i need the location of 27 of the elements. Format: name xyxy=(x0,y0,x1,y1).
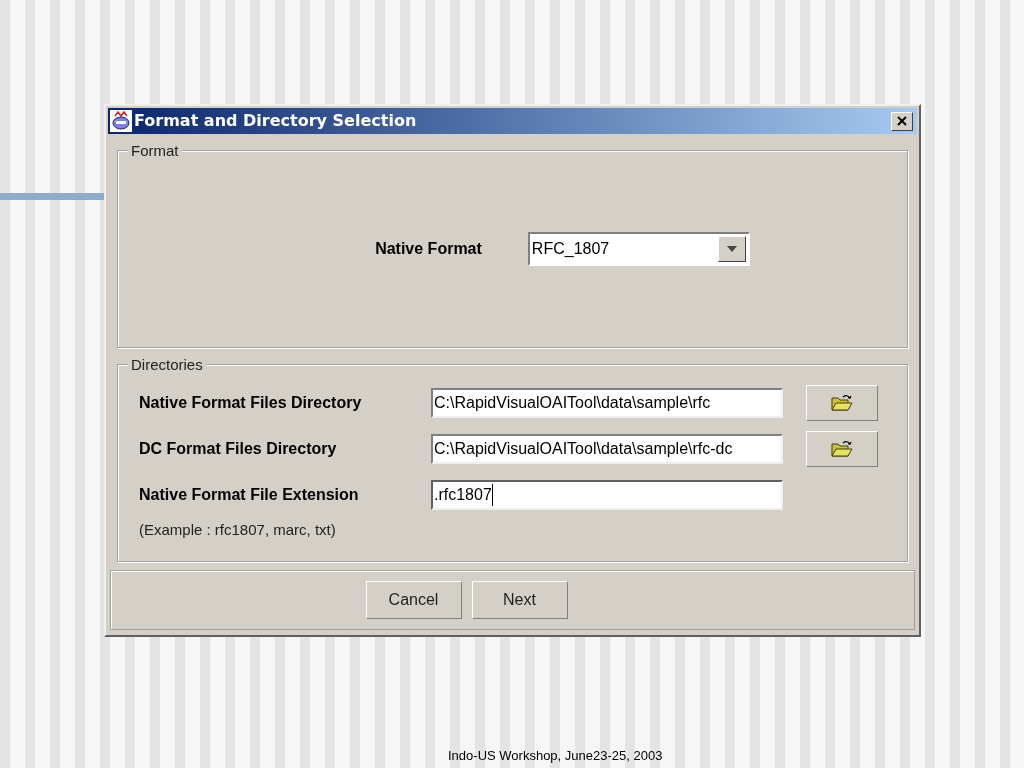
dialog-button[interactable]: Next xyxy=(471,581,568,619)
field-value: C:\RapidVisualOAITool\data\sample\rfc-dc xyxy=(434,439,733,459)
window-title: Format and Directory Selection xyxy=(134,110,417,132)
format-dropdown[interactable]: RFC_1807 xyxy=(527,232,750,266)
close-icon xyxy=(897,116,907,126)
example-hint: (Example : rfc1807, marc, txt) xyxy=(139,520,337,540)
browse-button[interactable] xyxy=(806,385,878,421)
field-label: Native Format Files Directory xyxy=(139,393,363,413)
text-caret xyxy=(491,484,493,506)
text-field[interactable]: C:\RapidVisualOAITool\data\sample\rfc xyxy=(431,388,783,418)
dropdown-value: RFC_1807 xyxy=(530,239,611,259)
field-label: DC Format Files Directory xyxy=(139,439,338,459)
dialog-button[interactable]: Cancel xyxy=(365,581,462,619)
open-folder-icon xyxy=(831,394,853,412)
text-field[interactable]: .rfc1807 xyxy=(431,480,783,510)
dropdown-arrow-button[interactable] xyxy=(717,236,746,262)
browse-button[interactable] xyxy=(806,431,878,467)
app-icon xyxy=(110,110,132,132)
field-value: .rfc1807 xyxy=(434,485,492,505)
close-button[interactable] xyxy=(891,111,913,131)
field-label: Native Format File Extension xyxy=(139,485,360,505)
text-field[interactable]: C:\RapidVisualOAITool\data\sample\rfc-dc xyxy=(431,434,783,464)
open-folder-icon xyxy=(831,440,853,458)
caret-icon xyxy=(726,246,737,252)
field-value: C:\RapidVisualOAITool\data\sample\rfc xyxy=(434,393,711,413)
native-format-label: Native Format xyxy=(375,239,482,259)
slide-footer: Indo-US Workshop, June23-25, 2003 xyxy=(448,746,663,766)
